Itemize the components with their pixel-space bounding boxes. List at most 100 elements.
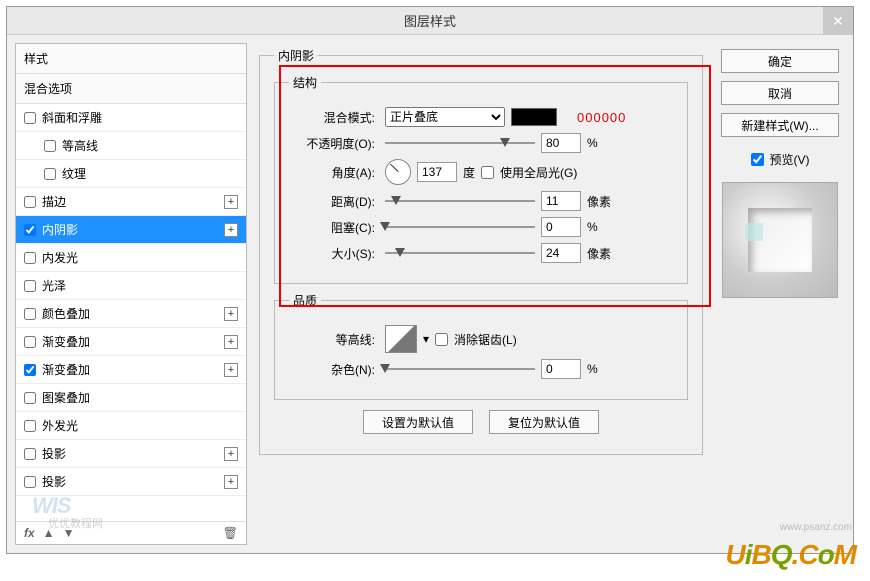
add-effect-icon[interactable]: + bbox=[224, 223, 238, 237]
effect-row[interactable]: 外发光 bbox=[16, 412, 246, 440]
antialias-label: 消除锯齿(L) bbox=[454, 331, 517, 348]
add-effect-icon[interactable]: + bbox=[224, 335, 238, 349]
inner-shadow-fieldset: 内阴影 结构 混合模式: 正片叠底 000000 不透明度(O): % bbox=[259, 47, 703, 455]
opacity-slider[interactable] bbox=[385, 136, 535, 150]
titlebar: 图层样式 ✕ bbox=[7, 7, 853, 35]
effect-checkbox[interactable] bbox=[44, 168, 56, 180]
noise-unit: % bbox=[587, 362, 598, 376]
distance-row: 距离(D): 像素 bbox=[289, 191, 673, 211]
move-up-icon[interactable]: ▲ bbox=[43, 526, 55, 540]
effect-checkbox[interactable] bbox=[24, 196, 36, 208]
effect-row[interactable]: 投影 + bbox=[16, 468, 246, 496]
contour-picker[interactable] bbox=[385, 325, 417, 353]
distance-input[interactable] bbox=[541, 191, 581, 211]
styles-header[interactable]: 样式 bbox=[16, 44, 246, 74]
effect-row[interactable]: 渐变叠加+ bbox=[16, 356, 246, 384]
blending-options[interactable]: 混合选项 bbox=[16, 74, 246, 104]
preview-toggle-row: 预览(V) bbox=[751, 151, 810, 168]
shadow-color-swatch[interactable] bbox=[511, 108, 557, 126]
trash-icon[interactable]: 🗑 bbox=[223, 526, 238, 540]
effect-row[interactable]: 等高线 bbox=[16, 132, 246, 160]
blend-mode-select[interactable]: 正片叠底 bbox=[385, 107, 505, 127]
effect-row[interactable]: 纹理 bbox=[16, 160, 246, 188]
effect-checkbox[interactable] bbox=[24, 112, 36, 124]
effect-checkbox[interactable] bbox=[24, 280, 36, 292]
effect-checkbox[interactable] bbox=[24, 308, 36, 320]
dialog-title: 图层样式 bbox=[404, 11, 456, 30]
effect-row[interactable]: 斜面和浮雕 bbox=[16, 104, 246, 132]
effect-checkbox[interactable] bbox=[24, 252, 36, 264]
effect-row[interactable]: 光泽 bbox=[16, 272, 246, 300]
effect-label: 斜面和浮雕 bbox=[42, 109, 102, 126]
effect-checkbox[interactable] bbox=[24, 448, 36, 460]
effect-label: 描边 bbox=[42, 193, 66, 210]
layer-style-dialog: 图层样式 ✕ 样式 混合选项 斜面和浮雕等高线纹理描边 + 内阴影 + 内发光光泽颜色叠… bbox=[6, 6, 854, 554]
angle-input[interactable] bbox=[417, 162, 457, 182]
effect-checkbox[interactable] bbox=[24, 364, 36, 376]
effect-checkbox[interactable] bbox=[24, 476, 36, 488]
dialog-body: 样式 混合选项 斜面和浮雕等高线纹理描边+内阴影+内发光光泽颜色叠加+渐变叠加+… bbox=[7, 35, 853, 553]
antialias-checkbox[interactable] bbox=[435, 333, 448, 346]
add-effect-icon[interactable]: + bbox=[224, 363, 238, 377]
contour-row: 等高线: ▾ 消除锯齿(L) bbox=[289, 325, 673, 353]
structure-title: 结构 bbox=[289, 74, 321, 91]
effect-label: 渐变叠加 bbox=[42, 333, 90, 350]
reset-default-button[interactable]: 复位为默认值 bbox=[489, 410, 599, 434]
effect-label: 内阴影 bbox=[42, 221, 78, 238]
default-buttons-row: 设置为默认值 复位为默认值 bbox=[274, 410, 688, 434]
effect-row[interactable]: 内阴影 + bbox=[16, 216, 246, 244]
quality-fieldset: 品质 等高线: ▾ 消除锯齿(L) 杂色(N): % bbox=[274, 292, 688, 400]
ok-button[interactable]: 确定 bbox=[721, 49, 839, 73]
add-effect-icon[interactable]: + bbox=[224, 195, 238, 209]
add-effect-icon[interactable]: + bbox=[224, 307, 238, 321]
effect-row[interactable]: 颜色叠加 + bbox=[16, 300, 246, 328]
effect-checkbox[interactable] bbox=[24, 336, 36, 348]
contour-dropdown-icon[interactable]: ▾ bbox=[423, 332, 429, 346]
contour-label: 等高线: bbox=[289, 331, 375, 348]
preview-checkbox[interactable] bbox=[751, 153, 764, 166]
cancel-button[interactable]: 取消 bbox=[721, 81, 839, 105]
effect-row[interactable]: 投影+ bbox=[16, 440, 246, 468]
make-default-button[interactable]: 设置为默认值 bbox=[363, 410, 473, 434]
opacity-unit: % bbox=[587, 136, 598, 150]
angle-dial[interactable] bbox=[385, 159, 411, 185]
opacity-label: 不透明度(O): bbox=[289, 135, 375, 152]
distance-label: 距离(D): bbox=[289, 193, 375, 210]
effect-row[interactable]: 内发光 bbox=[16, 244, 246, 272]
effect-label: 等高线 bbox=[62, 137, 98, 154]
effect-checkbox[interactable] bbox=[44, 140, 56, 152]
effect-checkbox[interactable] bbox=[24, 392, 36, 404]
distance-slider[interactable] bbox=[385, 194, 535, 208]
structure-fieldset: 结构 混合模式: 正片叠底 000000 不透明度(O): % bbox=[274, 74, 688, 284]
choke-input[interactable] bbox=[541, 217, 581, 237]
fx-menu-button[interactable]: fx bbox=[24, 526, 35, 540]
effect-checkbox[interactable] bbox=[24, 420, 36, 432]
effect-label: 光泽 bbox=[42, 277, 66, 294]
size-input[interactable] bbox=[541, 243, 581, 263]
effect-label: 内发光 bbox=[42, 249, 78, 266]
choke-label: 阻塞(C): bbox=[289, 219, 375, 236]
move-down-icon[interactable]: ▼ bbox=[63, 526, 75, 540]
effect-row[interactable]: 图案叠加 bbox=[16, 384, 246, 412]
noise-slider[interactable] bbox=[385, 362, 535, 376]
global-light-checkbox[interactable] bbox=[481, 166, 494, 179]
effect-row[interactable]: 渐变叠加 + bbox=[16, 328, 246, 356]
close-button[interactable]: ✕ bbox=[823, 7, 853, 35]
opacity-input[interactable] bbox=[541, 133, 581, 153]
preview-thumbnail bbox=[722, 182, 838, 298]
add-effect-icon[interactable]: + bbox=[224, 475, 238, 489]
add-effect-icon[interactable]: + bbox=[224, 447, 238, 461]
size-slider[interactable] bbox=[385, 246, 535, 260]
angle-label: 角度(A): bbox=[289, 164, 375, 181]
opacity-row: 不透明度(O): % bbox=[289, 133, 673, 153]
choke-slider[interactable] bbox=[385, 220, 535, 234]
effect-label: 颜色叠加 bbox=[42, 305, 90, 322]
distance-unit: 像素 bbox=[587, 193, 611, 210]
noise-input[interactable] bbox=[541, 359, 581, 379]
effect-checkbox[interactable] bbox=[24, 224, 36, 236]
effect-label: 投影 bbox=[42, 473, 66, 490]
settings-panel: 内阴影 结构 混合模式: 正片叠底 000000 不透明度(O): % bbox=[255, 43, 707, 545]
effect-row[interactable]: 描边 + bbox=[16, 188, 246, 216]
new-style-button[interactable]: 新建样式(W)... bbox=[721, 113, 839, 137]
hex-annotation: 000000 bbox=[577, 110, 626, 125]
